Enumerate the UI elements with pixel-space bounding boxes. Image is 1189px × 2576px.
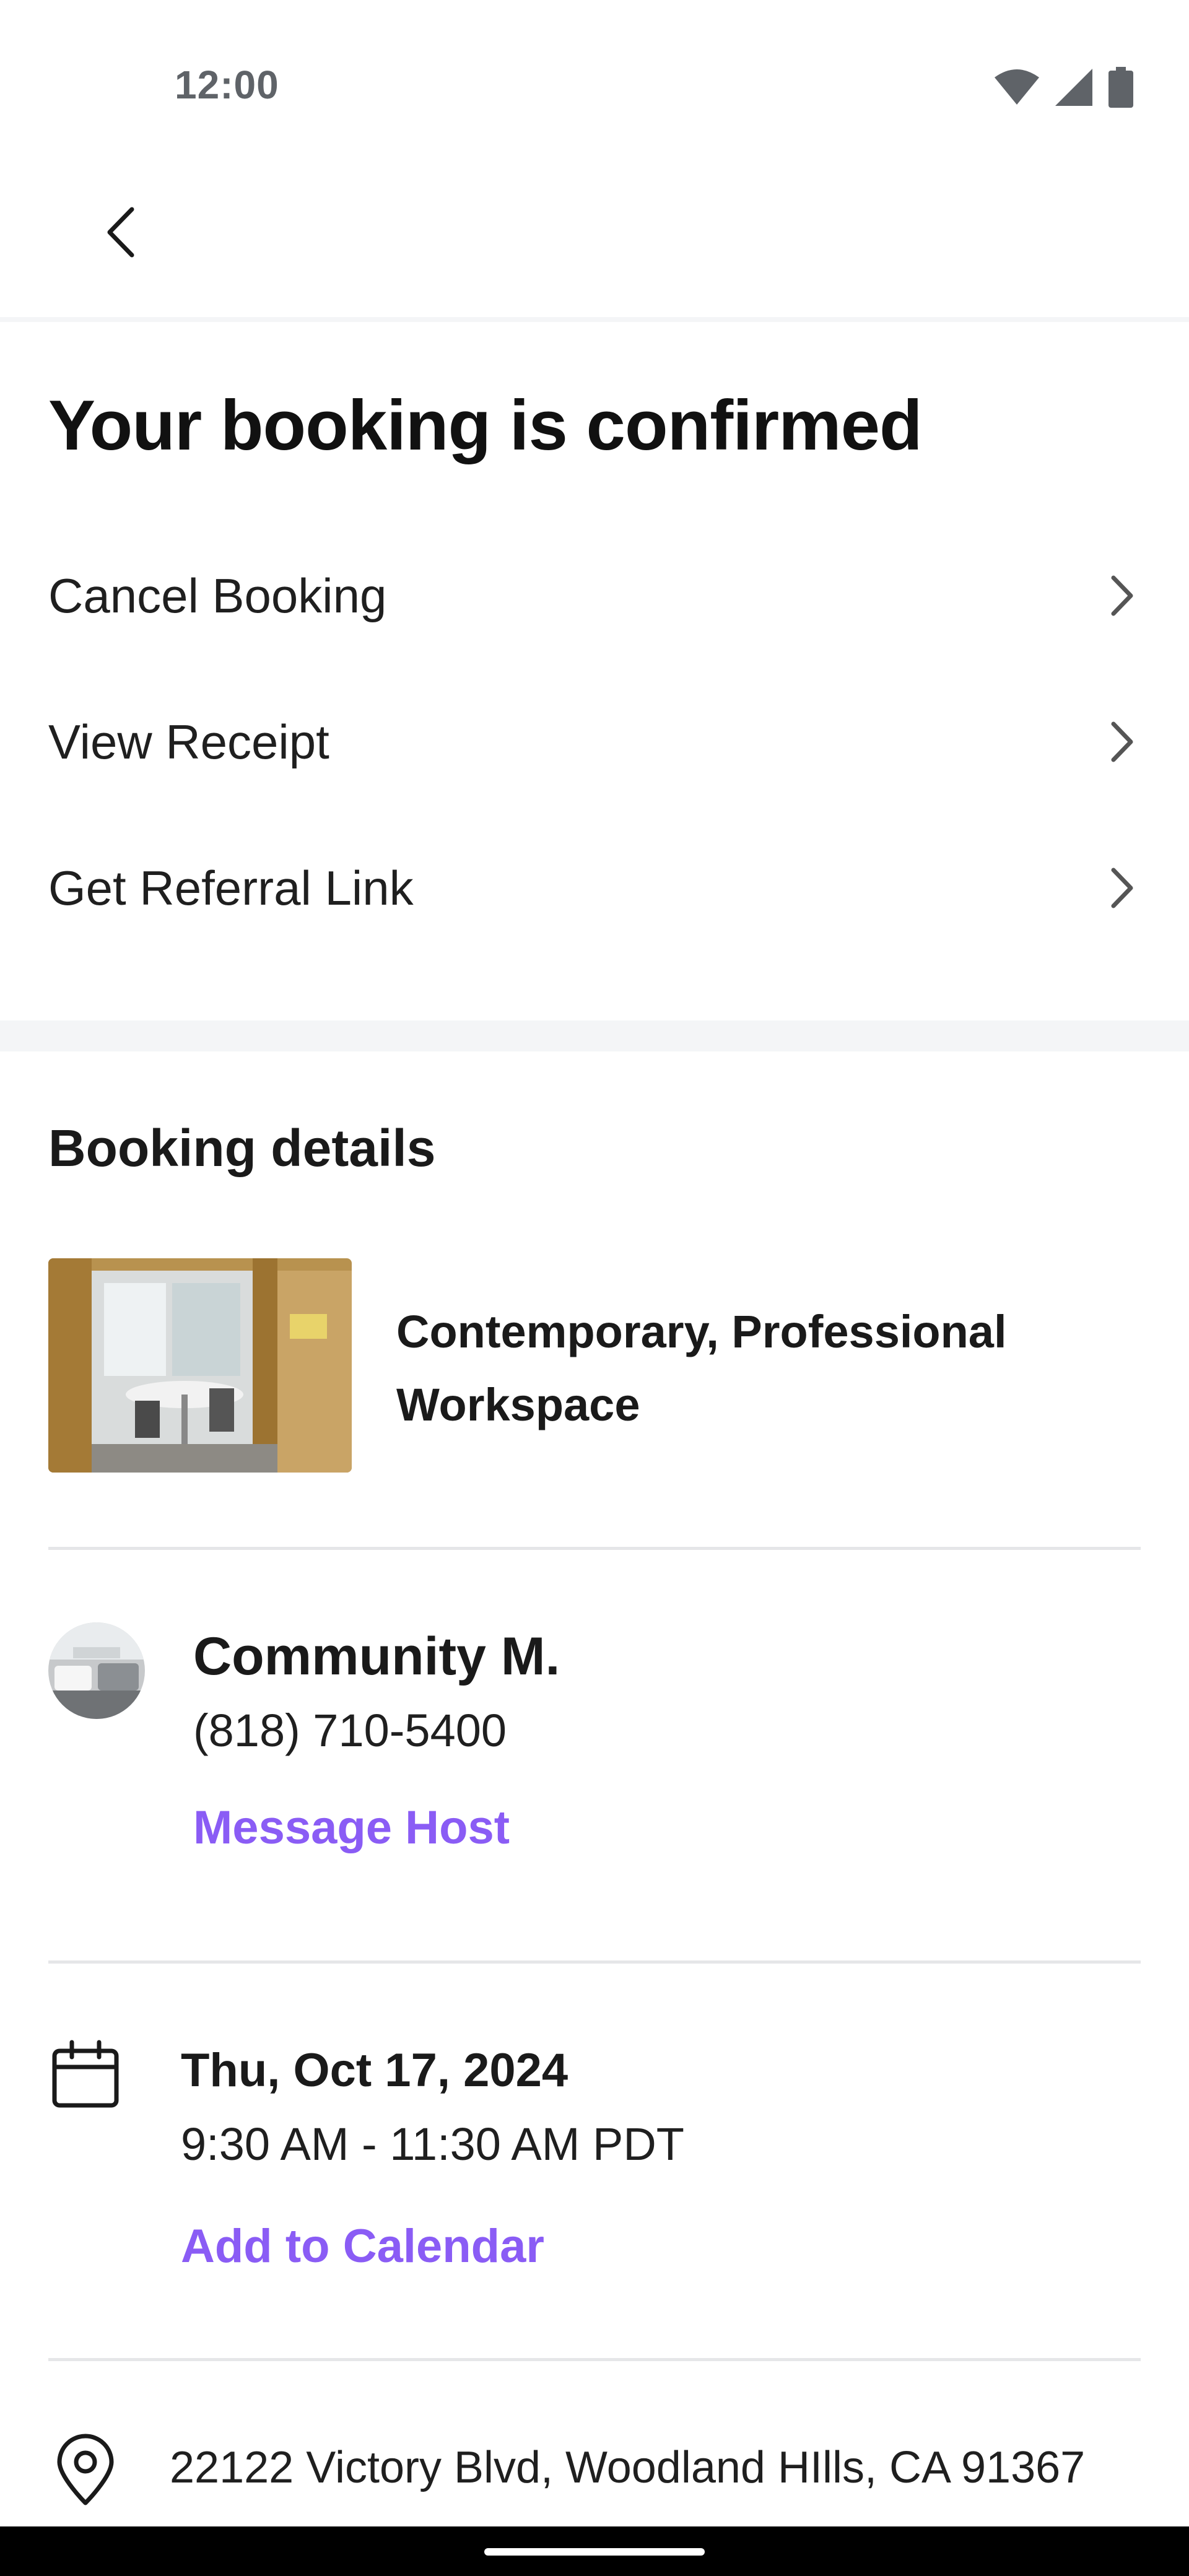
booking-address[interactable]: 22122 Victory Blvd, Woodland HIlls, CA 9… [170,2442,1085,2493]
battery-icon [1108,67,1133,108]
host-avatar [48,1622,145,1719]
chevron-right-icon [1104,863,1141,913]
host-name: Community M. [193,1627,560,1686]
chevron-left-icon [107,207,134,258]
header-divider [0,317,1189,322]
signal-icon [1055,69,1092,106]
listing-name[interactable]: Contemporary, Professional Workspace [396,1295,1139,1442]
view-receipt-row[interactable]: View Receipt [48,680,1141,804]
lounge-photo [48,1622,145,1719]
message-host-link[interactable]: Message Host [193,1801,510,1855]
calendar-icon [48,2037,123,2112]
booking-details-heading: Booking details [48,1119,436,1177]
page-title: Your booking is confirmed [48,386,923,465]
office-room-photo [48,1258,352,1473]
status-bar: 12:00 [0,0,1189,173]
status-icons [995,67,1133,108]
host-phone: (818) 710-5400 [193,1705,507,1756]
location-pin-icon [48,2434,123,2508]
divider [48,2358,1141,2361]
chevron-right-icon [1104,571,1141,620]
section-separator [0,1020,1189,1051]
add-to-calendar-link[interactable]: Add to Calendar [181,2219,544,2273]
back-button[interactable] [87,198,155,266]
listing-thumbnail[interactable] [48,1258,352,1473]
booking-date: Thu, Oct 17, 2024 [181,2044,568,2097]
status-time: 12:00 [175,63,279,107]
divider [48,1547,1141,1550]
booking-confirmation-screen: 12:00 Your booking is confirmed Cancel B… [0,0,1189,2576]
booking-time: 9:30 AM - 11:30 AM PDT [181,2118,684,2170]
referral-link-row[interactable]: Get Referral Link [48,826,1141,950]
cancel-booking-row[interactable]: Cancel Booking [48,534,1141,658]
view-receipt-label: View Receipt [48,714,329,769]
referral-link-label: Get Referral Link [48,860,414,915]
chevron-right-icon [1104,717,1141,767]
wifi-icon [995,69,1039,105]
cancel-booking-label: Cancel Booking [48,568,387,623]
divider [48,1960,1141,1964]
home-indicator[interactable] [484,2548,705,2556]
